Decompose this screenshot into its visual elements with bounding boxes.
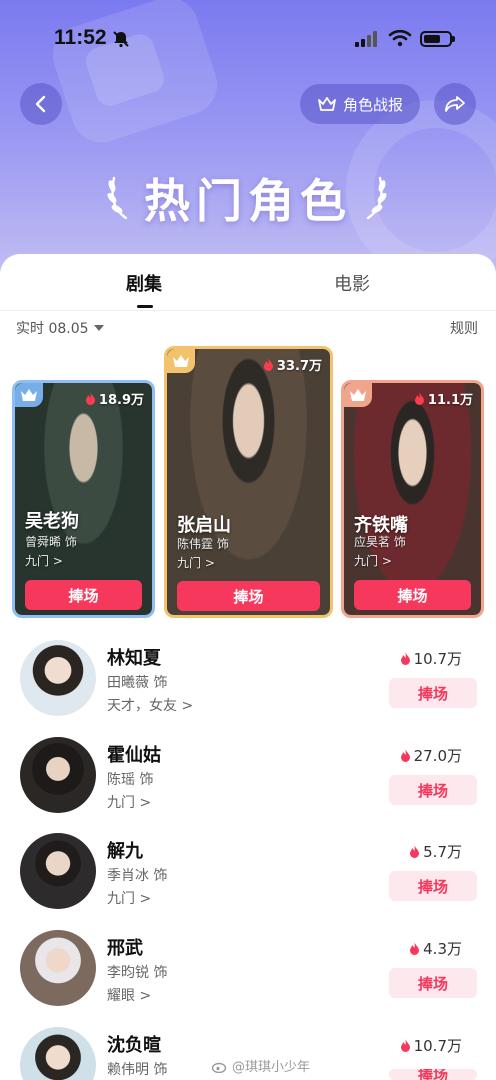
avatar: [20, 833, 96, 909]
crown-icon: [318, 97, 336, 111]
heat-value: 33.7万: [263, 355, 322, 374]
watermark: @琪琪小少年: [212, 1056, 310, 1075]
status-bar: 11:52: [0, 22, 496, 58]
flame-icon: [263, 358, 273, 371]
actor-name: 季肖冰 饰: [107, 868, 168, 884]
active-tab-indicator: [137, 305, 153, 308]
flame-icon: [400, 1039, 410, 1052]
drama-link[interactable]: 九门 >: [107, 792, 151, 812]
list-item[interactable]: 林知夏 田曦薇 饰 天才，女友 > 10.7万 捧场: [0, 640, 496, 736]
drama-link[interactable]: 九门 >: [354, 552, 392, 569]
drama-link[interactable]: 九门 >: [107, 888, 151, 908]
role-report-button[interactable]: 角色战报: [300, 84, 420, 124]
cheer-button[interactable]: 捧场: [389, 775, 477, 805]
podium-card-rank-1[interactable]: 33.7万 张启山 陈伟霆 饰 九门 > 捧场: [164, 346, 333, 618]
character-name: 沈负暄: [107, 1035, 161, 1056]
rules-link[interactable]: 规则: [450, 318, 478, 338]
drama-link[interactable]: 九门 >: [177, 554, 215, 571]
mute-bell-icon: [113, 31, 129, 48]
avatar: [20, 930, 96, 1006]
flame-icon: [414, 392, 424, 405]
cheer-button[interactable]: 捧场: [389, 1069, 477, 1080]
avatar: [20, 640, 96, 716]
avatar: [20, 737, 96, 813]
caret-down-icon: [93, 325, 104, 331]
crown-icon: [167, 349, 195, 373]
heat-value: 27.0万: [400, 745, 462, 766]
role-report-label: 角色战报: [342, 95, 403, 114]
flame-icon: [410, 942, 420, 955]
actor-name: 陈伟霆 饰: [177, 537, 229, 551]
podium-card-rank-2[interactable]: 18.9万 吴老狗 曾舜晞 饰 九门 > 捧场: [12, 380, 155, 618]
tab-movie[interactable]: 电影: [334, 270, 370, 296]
actor-name: 曾舜晞 饰: [25, 535, 77, 549]
heat-value: 18.9万: [85, 389, 144, 408]
avatar: [20, 1027, 96, 1080]
date-filter-dropdown[interactable]: 实时 08.05: [16, 318, 104, 338]
cheer-button[interactable]: 捧场: [177, 581, 320, 611]
actor-name: 李昀锐 饰: [107, 965, 168, 981]
crown-icon: [344, 383, 372, 407]
character-name: 解九: [107, 841, 143, 862]
heat-value: 11.1万: [414, 389, 473, 408]
character-name: 邢武: [107, 938, 143, 959]
page-title: 热门角色: [144, 174, 352, 228]
flame-icon: [400, 652, 410, 665]
tab-divider: [0, 310, 496, 311]
drama-link[interactable]: 天才，女友 >: [107, 695, 193, 715]
tab-drama[interactable]: 剧集: [126, 270, 162, 296]
cheer-button[interactable]: 捧场: [25, 580, 142, 610]
drama-link[interactable]: 九门 >: [25, 552, 63, 569]
actor-name: 陈瑶 饰: [107, 772, 154, 788]
heat-value: 5.7万: [409, 841, 462, 862]
wifi-icon: [388, 29, 412, 47]
character-name: 林知夏: [107, 648, 161, 669]
back-button[interactable]: [20, 83, 62, 125]
cheer-button[interactable]: 捧场: [389, 678, 477, 708]
cellular-signal-icon: [355, 31, 377, 47]
list-item[interactable]: 解九 季肖冰 饰 九门 > 5.7万 捧场: [0, 833, 496, 929]
actor-name: 赖伟明 饰: [107, 1062, 168, 1078]
list-item[interactable]: 邢武 李昀锐 饰 耀眼 > 4.3万 捧场: [0, 930, 496, 1026]
cheer-button[interactable]: 捧场: [389, 871, 477, 901]
character-name: 张启山: [177, 515, 231, 536]
battery-icon: [420, 31, 455, 47]
status-time: 11:52: [54, 26, 107, 49]
cheer-button[interactable]: 捧场: [389, 968, 477, 998]
share-arrow-icon: [445, 96, 465, 112]
share-button[interactable]: [434, 83, 476, 125]
crown-icon: [15, 383, 43, 407]
category-tabs: 剧集 电影: [0, 254, 496, 310]
cheer-button[interactable]: 捧场: [354, 580, 471, 610]
flame-icon: [85, 392, 95, 405]
actor-name: 田曦薇 饰: [107, 675, 168, 691]
date-filter-label: 实时 08.05: [16, 321, 89, 337]
chevron-left-icon: [35, 95, 46, 113]
podium-card-rank-3[interactable]: 11.1万 齐铁嘴 应昊茗 饰 九门 > 捧场: [341, 380, 484, 618]
list-item[interactable]: 霍仙姑 陈瑶 饰 九门 > 27.0万 捧场: [0, 737, 496, 833]
character-photo: [167, 349, 330, 615]
weibo-icon: [212, 1062, 227, 1073]
character-name: 吴老狗: [25, 511, 79, 532]
laurel-right-icon: [366, 176, 387, 220]
heat-value: 10.7万: [400, 1035, 462, 1056]
flame-icon: [410, 845, 420, 858]
heat-value: 4.3万: [409, 938, 462, 959]
character-name: 霍仙姑: [107, 745, 161, 766]
flame-icon: [400, 749, 410, 762]
heat-value: 10.7万: [400, 648, 462, 669]
actor-name: 应昊茗 饰: [354, 535, 406, 549]
drama-link[interactable]: 耀眼 >: [107, 985, 151, 1005]
